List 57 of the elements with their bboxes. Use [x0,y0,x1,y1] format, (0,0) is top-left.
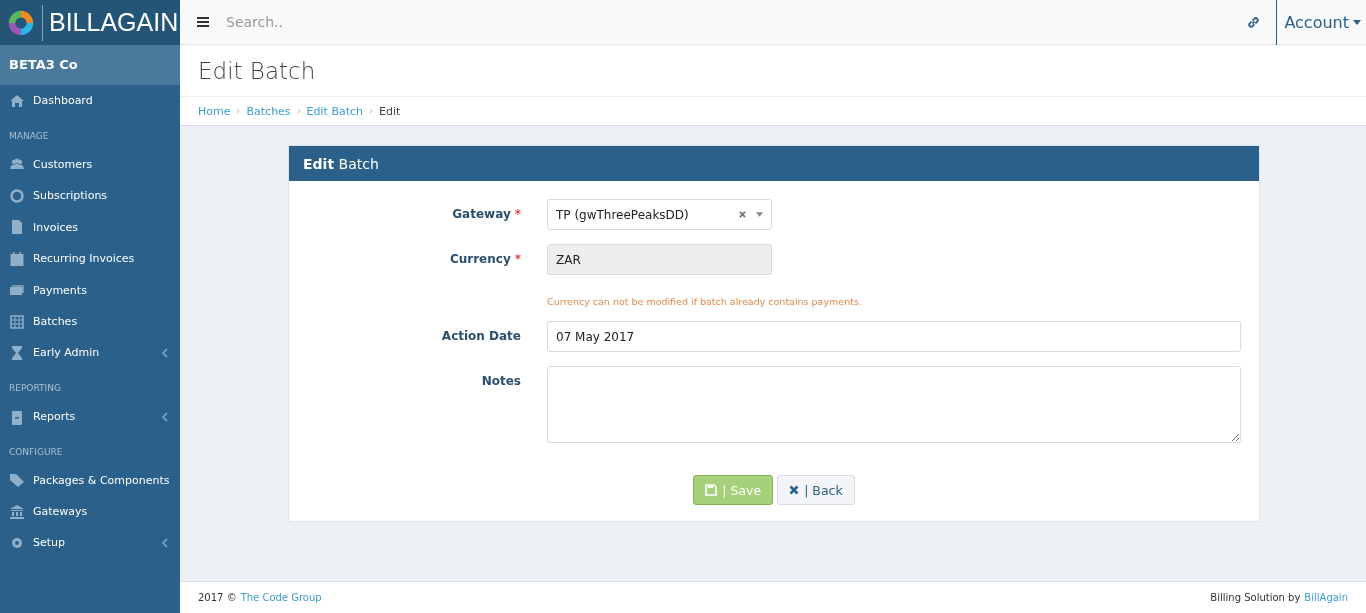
panel-title: Edit Batch [303,155,379,172]
field-label: Currency [449,252,511,266]
section-header: MANAGE [8,129,50,143]
required-marker: * [514,252,521,266]
save-icon [705,484,718,496]
chevron-right-icon [236,108,241,114]
page-title: Edit Batch [198,57,316,84]
breadcrumb-link[interactable]: Edit [379,104,401,118]
hourglass-icon [9,345,25,362]
table-icon [9,313,25,330]
sidebar-item[interactable]: Batches [0,306,180,338]
currency-field[interactable]: ZAR [547,244,772,275]
link-icon[interactable] [1247,15,1261,29]
tag-icon [9,472,25,489]
clear-icon[interactable] [739,211,746,218]
chevron-right-icon [369,108,374,114]
caret-icon [756,212,763,217]
sidebar-item[interactable]: Reports [0,401,180,433]
sidebar-item[interactable]: Setup [0,527,180,559]
back-button[interactable]: | Back [777,475,855,505]
sidebar-item[interactable]: Payments [0,274,180,306]
chevron-right-icon [296,108,301,114]
sidebar-item[interactable]: Early Admin [0,337,180,369]
required-marker: * [514,207,521,221]
bank-icon [9,503,25,520]
logo-text: BILLAGAIN [49,8,179,37]
credit-text: Billing Solution by [1210,592,1301,603]
date-field[interactable]: 07 May 2017 [547,321,1241,352]
sidebar-item[interactable]: Customers [0,148,180,180]
chevron-left-icon [162,411,168,422]
chevron-left-icon [162,348,168,359]
search-field[interactable]: Search.. [224,13,528,31]
sidebar-item[interactable]: Recurring Invoices [0,243,180,275]
copyright-text: 2017 © [198,592,237,603]
sidebar-item[interactable]: Gateways [0,496,180,528]
clipboard-icon [9,408,25,425]
sidebar-item[interactable]: Packages & Components [0,464,180,496]
account-menu[interactable]: Account [1277,12,1366,32]
help-text: Currency can not be modified if batch already contains payments. [547,296,862,307]
field-label: Action Date [441,329,521,343]
notes-field[interactable] [547,366,1241,443]
gateway-select[interactable]: TP (gwThreePeaksDD) [547,199,772,230]
field-label: Notes [481,374,521,388]
chevron-left-icon [162,538,168,549]
close-icon [789,485,800,495]
section-header: REPORTING [8,382,62,395]
calendar-icon [9,250,25,267]
caret-icon [1353,19,1361,25]
sidebar-item[interactable]: Dashboard [0,85,180,117]
sidebar-item[interactable]: Invoices [0,211,180,243]
section-header: CONFIGURE [8,445,64,459]
home-icon [9,92,25,109]
sidebar-item[interactable]: Subscriptions [0,180,180,212]
field-label: Gateway [452,207,511,221]
menu-icon[interactable] [197,17,209,27]
file-icon [9,219,25,236]
company-name: BETA3 Co [0,45,180,85]
